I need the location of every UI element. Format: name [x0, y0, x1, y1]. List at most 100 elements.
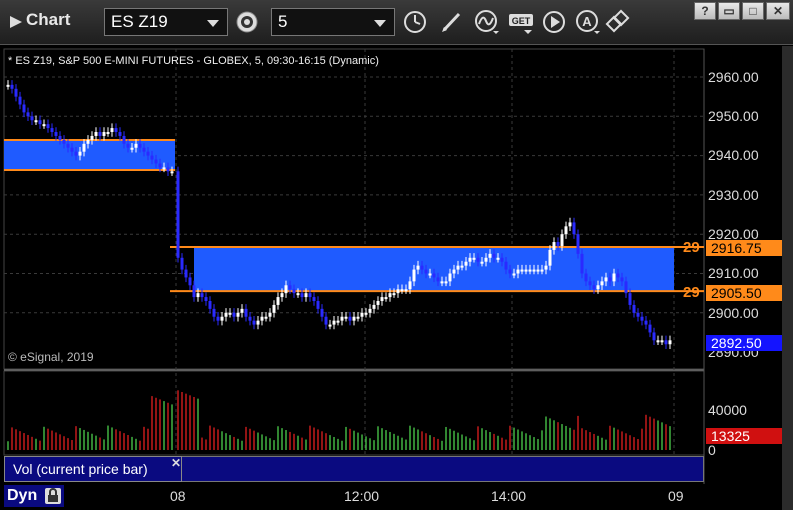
- candle-body: [288, 285, 292, 290]
- price-axis-label: 2940.00: [708, 147, 759, 163]
- candle-body: [612, 273, 616, 282]
- candle-body: [360, 312, 364, 317]
- candle-body: [416, 265, 420, 270]
- candle-body: [472, 257, 476, 260]
- candle-body: [580, 253, 584, 274]
- candle-body: [420, 265, 424, 270]
- last-volume-tag: 13325: [706, 428, 790, 444]
- candle-body: [324, 316, 328, 325]
- candle-body: [516, 269, 520, 274]
- candle-body: [624, 281, 628, 294]
- candle-body: [424, 269, 428, 274]
- candle-body: [308, 293, 312, 298]
- candle-body: [158, 163, 162, 168]
- candle-body: [252, 320, 256, 325]
- dynamic-mode-button[interactable]: Dyn: [4, 485, 64, 507]
- candle-body: [154, 159, 158, 164]
- candle-body: [492, 253, 496, 258]
- level-count-label: 29: [683, 239, 700, 256]
- candle-body: [500, 257, 504, 262]
- candle-body: [196, 293, 200, 298]
- candle-body: [548, 249, 552, 266]
- candle-body: [504, 261, 508, 270]
- candle-body: [18, 96, 22, 105]
- candle-body: [564, 226, 568, 235]
- candle-body: [130, 147, 134, 150]
- candle-body: [126, 143, 130, 148]
- candle-body: [372, 304, 376, 309]
- candle-body: [300, 293, 304, 298]
- candle-body: [284, 285, 288, 294]
- right-edge-scrollbar[interactable]: [782, 46, 793, 510]
- candle-body: [544, 265, 548, 270]
- candle-body: [620, 277, 624, 282]
- candle-body: [6, 84, 10, 87]
- candle-body: [22, 104, 26, 113]
- candle-body: [106, 132, 110, 135]
- candle-body: [336, 320, 340, 323]
- candle-body: [176, 171, 180, 258]
- time-axis-label: 14:00: [491, 488, 527, 504]
- candle-body: [408, 281, 412, 290]
- candle-body: [162, 167, 166, 170]
- candle-body: [532, 269, 536, 272]
- time-axis-label: 09: [668, 488, 684, 504]
- candle-body: [484, 257, 488, 262]
- candle-body: [122, 135, 126, 144]
- candle-body: [138, 143, 142, 148]
- candle-body: [70, 147, 74, 152]
- candle-body: [328, 324, 332, 327]
- candle-body: [244, 308, 248, 317]
- candle-body: [664, 340, 668, 345]
- candle-body: [468, 257, 472, 262]
- candle-body: [356, 316, 360, 319]
- candle-body: [668, 340, 672, 345]
- copyright-label: © eSignal, 2019: [8, 350, 94, 364]
- candle-body: [552, 242, 556, 250]
- candle-body: [268, 312, 272, 317]
- volume-axis-label: 40000: [708, 402, 747, 418]
- study-label[interactable]: Vol (current price bar): [4, 456, 182, 482]
- candle-body: [188, 277, 192, 286]
- candle-body: [540, 269, 544, 272]
- candle-body: [488, 253, 492, 258]
- candle-body: [648, 324, 652, 333]
- candle-body: [200, 293, 204, 298]
- candle-body: [320, 308, 324, 317]
- candle-body: [220, 316, 224, 321]
- candle-body: [412, 269, 416, 282]
- candle-body: [572, 222, 576, 235]
- candle-body: [496, 257, 500, 260]
- candle-body: [58, 135, 62, 140]
- candle-body: [632, 304, 636, 313]
- candle-body: [38, 120, 42, 125]
- candle-body: [364, 312, 368, 315]
- candle-body: [212, 308, 216, 317]
- time-axis-label: 12:00: [344, 488, 380, 504]
- price-chart[interactable]: [0, 0, 793, 510]
- candle-body: [652, 332, 656, 341]
- candle-body: [14, 88, 18, 97]
- candle-body: [556, 242, 560, 246]
- candle-body: [240, 308, 244, 313]
- candle-body: [192, 285, 196, 298]
- candle-body: [636, 312, 640, 317]
- candle-body: [536, 269, 540, 272]
- candle-body: [332, 320, 336, 325]
- candle-body: [528, 269, 532, 272]
- candle-body: [256, 320, 260, 325]
- candle-body: [352, 316, 356, 321]
- candle-body: [78, 151, 82, 156]
- close-icon[interactable]: ✕: [171, 456, 181, 470]
- candle-body: [26, 112, 30, 117]
- candle-body: [228, 312, 232, 315]
- candle-body: [54, 132, 58, 136]
- candle-body: [388, 293, 392, 298]
- candle-body: [560, 234, 564, 246]
- candle-body: [616, 273, 620, 278]
- candle-body: [82, 143, 86, 152]
- candle-body: [380, 297, 384, 302]
- candle-body: [568, 222, 572, 227]
- level-count-label: 29: [683, 284, 700, 301]
- candle-body: [150, 155, 154, 160]
